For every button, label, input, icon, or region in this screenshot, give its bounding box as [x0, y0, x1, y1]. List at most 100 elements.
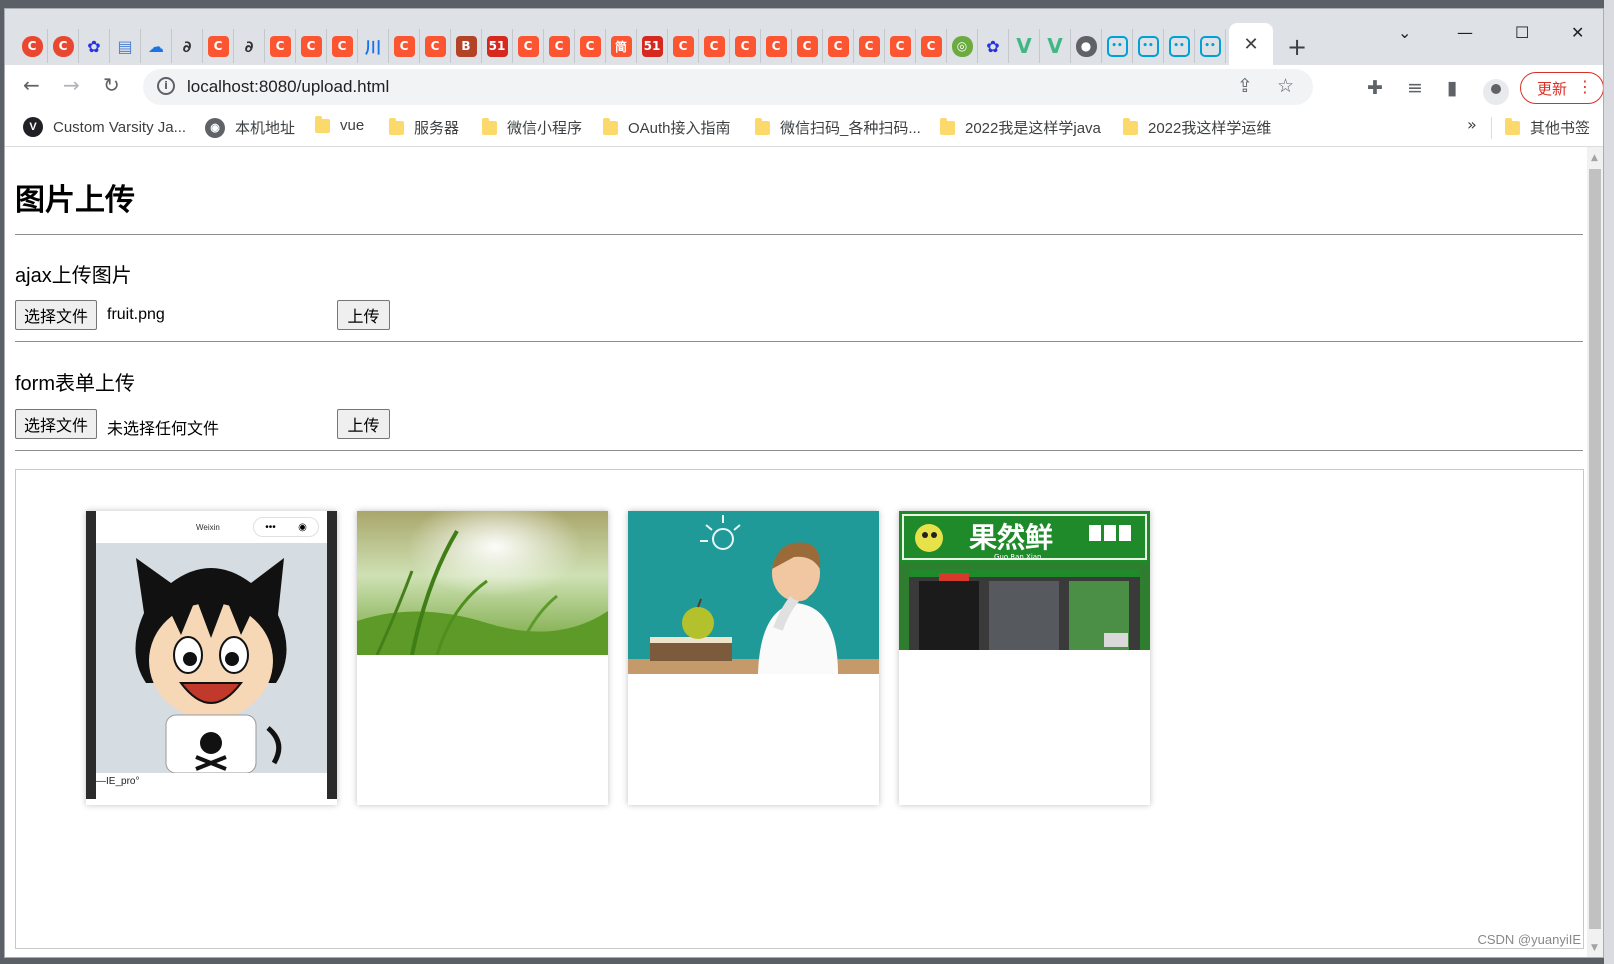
bookmark-item[interactable]: 2022我这样学运维: [1123, 117, 1271, 138]
page-title: 图片上传: [15, 184, 135, 217]
bookmark-item[interactable]: ◉ 本机地址: [205, 117, 295, 138]
tab-19[interactable]: C: [575, 29, 606, 63]
menu-kebab-icon[interactable]: ⋮: [1577, 77, 1593, 96]
bilibili-icon: ••: [1199, 35, 1221, 57]
bookmark-label: 微信扫码_各种扫码...: [780, 120, 921, 137]
tab-27[interactable]: C: [823, 29, 854, 63]
reading-list-icon[interactable]: ≡: [1407, 77, 1423, 99]
tab-13[interactable]: C: [389, 29, 420, 63]
bookmark-item[interactable]: 微信小程序: [482, 117, 582, 138]
tab-33[interactable]: V: [1009, 29, 1040, 63]
gallery-card-fruit-shop-photo[interactable]: 果然鲜 Guo Ran Xian: [899, 511, 1150, 805]
minimize-icon[interactable]: —: [1457, 23, 1473, 42]
tab-36[interactable]: ••: [1102, 29, 1133, 63]
more-bookmarks-icon[interactable]: »: [1467, 115, 1477, 134]
side-panel-icon[interactable]: ▮: [1447, 77, 1457, 99]
bilibili-icon: ••: [1168, 35, 1190, 57]
tab-1[interactable]: C: [17, 29, 48, 63]
tab-8[interactable]: ∂: [234, 29, 265, 63]
maximize-icon[interactable]: ☐: [1515, 23, 1529, 42]
tab-20[interactable]: 简: [606, 29, 637, 63]
bookmark-item[interactable]: V Custom Varsity Ja...: [23, 117, 186, 137]
close-window-icon[interactable]: ✕: [1571, 23, 1584, 42]
tab-6[interactable]: ∂: [172, 29, 203, 63]
tab-29[interactable]: C: [885, 29, 916, 63]
tab-15[interactable]: B: [451, 29, 482, 63]
tab-10[interactable]: C: [296, 29, 327, 63]
back-icon[interactable]: ←: [23, 73, 40, 97]
bilibili-icon: ••: [1137, 35, 1159, 57]
tab-11[interactable]: C: [327, 29, 358, 63]
tab-35[interactable]: ●: [1071, 29, 1102, 63]
tab-5[interactable]: ☁: [141, 29, 172, 63]
page-content: 图片上传 ajax上传图片 选择文件 fruit.png 上传 form表单上传…: [5, 147, 1589, 957]
tab-32[interactable]: ✿: [978, 29, 1009, 63]
bookmark-item[interactable]: 服务器: [389, 117, 459, 138]
gallery-card-phone-screenshot[interactable]: Weixin ••• ◉ —IE_pro°: [86, 511, 337, 805]
tab-3[interactable]: ✿: [79, 29, 110, 63]
extensions-icon[interactable]: ✚: [1367, 77, 1383, 99]
shop-sign-subtext: Guo Ran Xian: [994, 553, 1042, 561]
active-tab[interactable]: ✕: [1229, 23, 1273, 65]
target-icon: ◎: [951, 35, 973, 57]
scroll-thumb[interactable]: [1589, 169, 1601, 929]
page-scrollbar[interactable]: ▲ ▼: [1587, 147, 1603, 957]
tab-4[interactable]: ▤: [110, 29, 141, 63]
csdn-icon: C: [579, 35, 601, 57]
tab-38[interactable]: ••: [1164, 29, 1195, 63]
tab-16[interactable]: 51: [482, 29, 513, 63]
bookmark-star-icon[interactable]: ☆: [1277, 75, 1294, 97]
divider: [15, 234, 1583, 235]
other-bookmarks[interactable]: 其他书签: [1505, 117, 1590, 138]
ajax-choose-file-button[interactable]: 选择文件: [15, 300, 98, 330]
tab-18[interactable]: C: [544, 29, 575, 63]
bookmark-label: 2022我是这样学java: [965, 120, 1101, 137]
scroll-down-icon[interactable]: ▼: [1591, 943, 1598, 953]
tab-39[interactable]: ••: [1195, 29, 1226, 63]
tab-30[interactable]: C: [916, 29, 947, 63]
tab-12[interactable]: 川: [358, 29, 389, 63]
tab-34[interactable]: V: [1040, 29, 1071, 63]
tab-31[interactable]: ◎: [947, 29, 978, 63]
scroll-up-icon[interactable]: ▲: [1591, 153, 1598, 163]
tab-28[interactable]: C: [854, 29, 885, 63]
tab-14[interactable]: C: [420, 29, 451, 63]
tab-23[interactable]: C: [699, 29, 730, 63]
csdn-icon: C: [517, 35, 539, 57]
gallery-card-grass-photo[interactable]: [357, 511, 608, 805]
update-button[interactable]: 更新 ⋮: [1520, 72, 1603, 104]
tab-37[interactable]: ••: [1133, 29, 1164, 63]
ajax-upload-button[interactable]: 上传: [337, 300, 390, 330]
b3-icon: B: [455, 35, 477, 57]
ajax-file-name: fruit.png: [107, 306, 165, 323]
tab-search-icon[interactable]: ⌄: [1398, 23, 1411, 42]
tab-7[interactable]: C: [203, 29, 234, 63]
gallery-card-boy-photo[interactable]: [628, 511, 879, 805]
jianshu-icon: 简: [610, 35, 632, 57]
reload-icon[interactable]: ↻: [103, 73, 120, 97]
bookmark-item[interactable]: 微信扫码_各种扫码...: [755, 117, 921, 138]
tab-24[interactable]: C: [730, 29, 761, 63]
bookmark-item[interactable]: OAuth接入指南: [603, 117, 731, 138]
tab-9[interactable]: C: [265, 29, 296, 63]
new-tab-icon[interactable]: +: [1287, 33, 1307, 61]
profile-avatar-icon[interactable]: [1483, 79, 1509, 105]
tab-2[interactable]: C: [48, 29, 79, 63]
form-choose-file-button[interactable]: 选择文件: [15, 409, 98, 439]
share-icon[interactable]: ⇪: [1237, 75, 1253, 97]
bookmark-item[interactable]: vue: [315, 115, 364, 134]
tab-21[interactable]: 51: [637, 29, 668, 63]
tab-25[interactable]: C: [761, 29, 792, 63]
form-upload-button[interactable]: 上传: [337, 409, 390, 439]
tab-26[interactable]: C: [792, 29, 823, 63]
bookmark-item[interactable]: 2022我是这样学java: [940, 117, 1101, 138]
close-tab-icon[interactable]: ✕: [1243, 34, 1258, 55]
site-info-icon[interactable]: i: [157, 77, 175, 95]
csdn-icon: C: [21, 35, 43, 57]
tab-22[interactable]: C: [668, 29, 699, 63]
url-text[interactable]: localhost:8080/upload.html: [187, 77, 389, 97]
tab-17[interactable]: C: [513, 29, 544, 63]
csdn-icon: C: [331, 35, 353, 57]
forward-icon[interactable]: →: [63, 73, 80, 97]
address-bar[interactable]: i localhost:8080/upload.html ⇪ ☆: [143, 69, 1313, 105]
